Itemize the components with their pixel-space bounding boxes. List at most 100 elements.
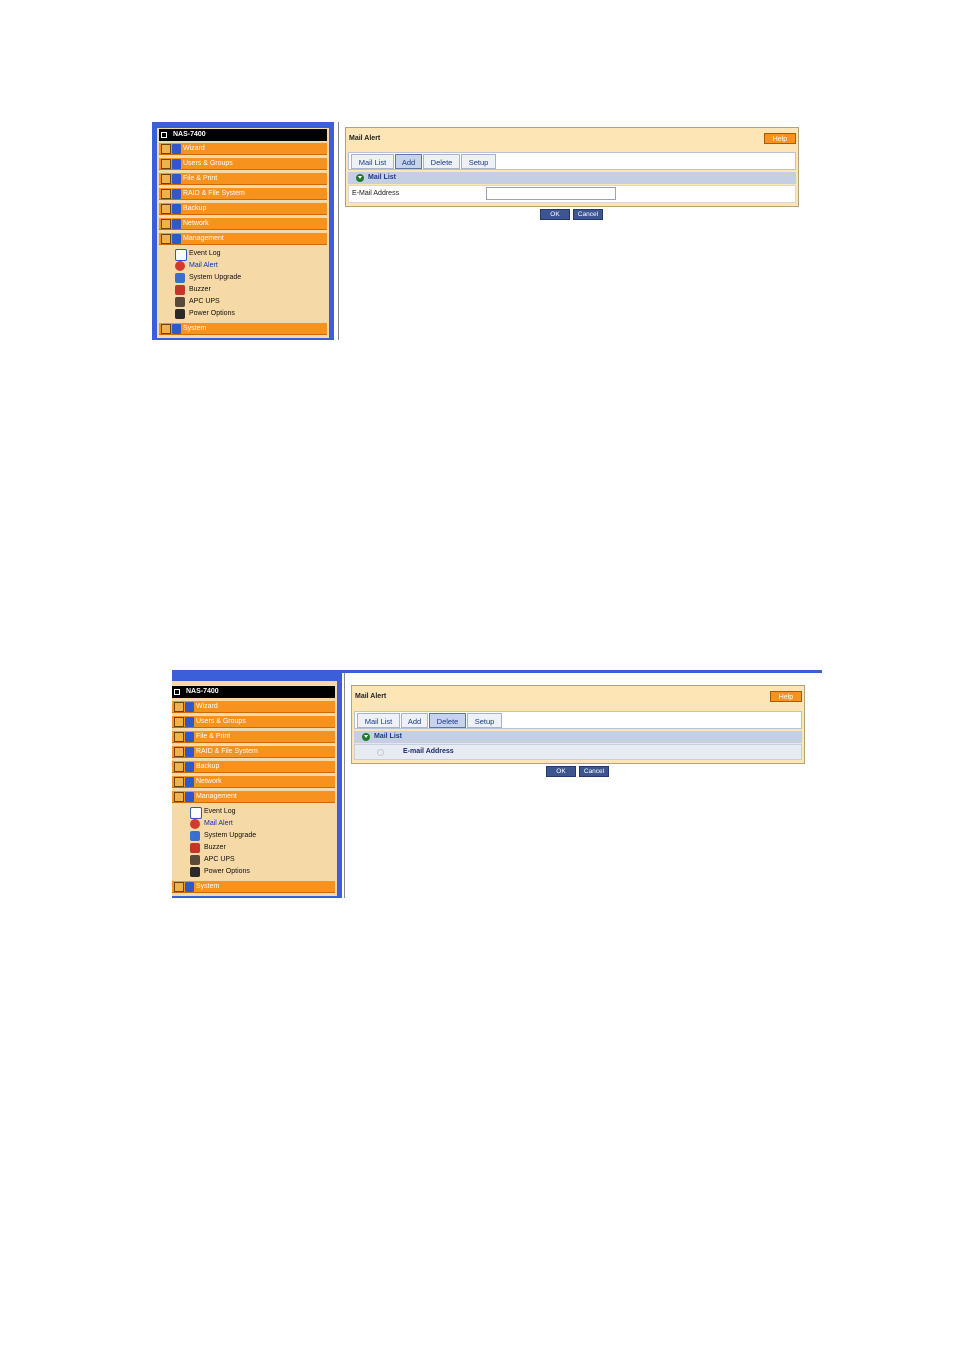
server-icon xyxy=(174,689,180,695)
tab-mail-list[interactable]: Mail List xyxy=(357,713,400,728)
folder-plus-icon xyxy=(174,762,184,772)
sidebar-subitem-mail-alert[interactable]: Mail Alert xyxy=(175,260,218,272)
sidebar-item-label: Network xyxy=(196,778,222,785)
sidebar-subitem-mail-alert[interactable]: Mail Alert xyxy=(190,818,233,830)
subitem-label: Mail Alert xyxy=(189,262,218,269)
tab-setup[interactable]: Setup xyxy=(461,154,496,169)
subitem-label: Mail Alert xyxy=(204,820,233,827)
ok-button[interactable]: OK xyxy=(540,209,570,220)
sidebar-title-text: NAS-7400 xyxy=(186,688,219,695)
mail-list-header-row: E-mail Address xyxy=(354,744,802,760)
folder-plus-icon xyxy=(174,717,184,727)
sidebar-tree: NAS-7400 Wizard Users & Groups File & Pr… xyxy=(157,128,329,338)
sidebar-item-label: File & Print xyxy=(183,175,218,182)
mail-alert-panel: Mail Alert Help Mail List Add Delete Set… xyxy=(345,127,799,207)
sidebar-item-label: Management xyxy=(183,235,224,242)
sidebar-subitem-apc-ups[interactable]: APC UPS xyxy=(190,854,235,866)
sidebar-item-wizard[interactable]: Wizard xyxy=(159,143,327,155)
sidebar-item-wizard[interactable]: Wizard xyxy=(172,701,335,713)
frame-divider xyxy=(344,673,345,898)
users-icon xyxy=(185,717,194,727)
email-row: E-Mail Address xyxy=(348,185,796,203)
folder-plus-icon xyxy=(161,324,171,334)
cancel-button[interactable]: Cancel xyxy=(579,766,609,777)
sidebar-subitem-power-options[interactable]: Power Options xyxy=(190,866,250,878)
sidebar-item-management[interactable]: Management xyxy=(159,233,327,245)
monitor-icon xyxy=(172,324,181,334)
sidebar-item-system[interactable]: System xyxy=(172,881,335,893)
section-title: Mail List xyxy=(374,733,403,740)
folder-plus-icon xyxy=(174,777,184,787)
sidebar-item-label: Backup xyxy=(196,763,220,770)
subitem-label: Event Log xyxy=(204,808,236,815)
subitem-label: System Upgrade xyxy=(189,274,242,281)
mail-alert-icon xyxy=(175,261,185,271)
printer-icon xyxy=(185,732,194,742)
help-button[interactable]: Help xyxy=(764,133,796,144)
sidebar-item-users-groups[interactable]: Users & Groups xyxy=(172,716,335,728)
ok-button[interactable]: OK xyxy=(546,766,576,777)
frame-divider xyxy=(338,122,339,340)
subitem-label: Event Log xyxy=(189,250,221,257)
tab-delete[interactable]: Delete xyxy=(429,713,466,728)
folder-plus-icon xyxy=(161,159,171,169)
sidebar-item-users-groups[interactable]: Users & Groups xyxy=(159,158,327,170)
sidebar-subitem-power-options[interactable]: Power Options xyxy=(175,308,235,320)
subitem-label: System Upgrade xyxy=(204,832,257,839)
sidebar-subitem-system-upgrade[interactable]: System Upgrade xyxy=(175,272,241,284)
folder-plus-icon xyxy=(174,732,184,742)
sidebar-subitem-buzzer[interactable]: Buzzer xyxy=(175,284,211,296)
sidebar-item-management[interactable]: Management xyxy=(172,791,335,803)
folder-plus-icon xyxy=(161,174,171,184)
sidebar-subitem-event-log[interactable]: Event Log xyxy=(175,248,221,261)
section-title: Mail List xyxy=(368,174,397,181)
sidebar-subitem-system-upgrade[interactable]: System Upgrade xyxy=(190,830,256,842)
sidebar-item-backup[interactable]: Backup xyxy=(172,761,335,773)
sidebar-title-text: NAS-7400 xyxy=(173,131,206,138)
sidebar-item-backup[interactable]: Backup xyxy=(159,203,327,215)
sidebar-title[interactable]: NAS-7400 xyxy=(172,686,335,698)
monitor-icon xyxy=(185,882,194,892)
system-upgrade-icon xyxy=(175,273,185,283)
sidebar-item-raid[interactable]: RAID & File System xyxy=(159,188,327,200)
email-field[interactable] xyxy=(486,187,616,200)
disk-icon xyxy=(172,189,181,199)
printer-icon xyxy=(172,174,181,184)
tab-mail-list[interactable]: Mail List xyxy=(351,154,394,169)
sidebar-item-file-print[interactable]: File & Print xyxy=(172,731,335,743)
tab-add[interactable]: Add xyxy=(401,713,428,728)
sidebar-item-network[interactable]: Network xyxy=(159,218,327,230)
sidebar-item-label: Wizard xyxy=(196,703,218,710)
subitem-label: APC UPS xyxy=(189,298,220,305)
power-options-icon xyxy=(190,867,200,877)
sidebar-item-label: Wizard xyxy=(183,145,205,152)
sidebar-item-network[interactable]: Network xyxy=(172,776,335,788)
sidebar-item-file-print[interactable]: File & Print xyxy=(159,173,327,185)
folder-plus-icon xyxy=(161,144,171,154)
sidebar-title[interactable]: NAS-7400 xyxy=(159,129,327,141)
server-icon xyxy=(161,132,167,138)
power-options-icon xyxy=(175,309,185,319)
green-down-arrow-icon xyxy=(356,174,364,182)
folder-minus-icon xyxy=(161,234,171,244)
select-radio[interactable] xyxy=(377,749,384,756)
sidebar-item-label: Users & Groups xyxy=(196,718,246,725)
tab-bar: Mail List Add Delete Setup xyxy=(354,711,802,729)
sidebar-subitem-apc-ups[interactable]: APC UPS xyxy=(175,296,220,308)
tab-delete[interactable]: Delete xyxy=(423,154,460,169)
section-header: Mail List xyxy=(354,731,802,743)
sidebar-item-label: Users & Groups xyxy=(183,160,233,167)
sidebar-item-label: Management xyxy=(196,793,237,800)
cancel-button[interactable]: Cancel xyxy=(573,209,603,220)
help-button[interactable]: Help xyxy=(770,691,802,702)
sidebar-item-label: System xyxy=(196,883,220,890)
tab-setup[interactable]: Setup xyxy=(467,713,502,728)
backup-icon xyxy=(172,204,181,214)
mail-alert-icon xyxy=(190,819,200,829)
tab-add[interactable]: Add xyxy=(395,154,422,169)
sidebar-tree: NAS-7400 Wizard Users & Groups File & Pr… xyxy=(172,681,337,896)
sidebar-subitem-buzzer[interactable]: Buzzer xyxy=(190,842,226,854)
sidebar-subitem-event-log[interactable]: Event Log xyxy=(190,806,236,819)
sidebar-item-raid[interactable]: RAID & File System xyxy=(172,746,335,758)
sidebar-item-system[interactable]: System xyxy=(159,323,327,335)
